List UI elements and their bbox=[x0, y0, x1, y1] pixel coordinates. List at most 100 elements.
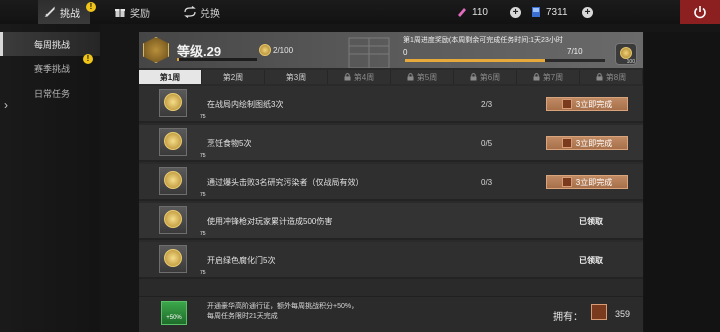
medal-icon bbox=[164, 171, 182, 189]
power-icon bbox=[694, 6, 706, 19]
exchange-icon bbox=[184, 6, 196, 18]
chevron-right-icon[interactable]: › bbox=[4, 98, 8, 112]
gift-icon bbox=[115, 9, 125, 17]
sidebar: 每周挑战 赛季挑战 ! 日常任务 › bbox=[0, 24, 100, 332]
add-pink-currency-button[interactable]: + bbox=[510, 7, 521, 18]
pass-badge-label: +50% bbox=[166, 315, 182, 321]
card-icon bbox=[532, 7, 540, 17]
task-progress: 0/3 bbox=[481, 178, 493, 187]
weekly-progress-bar bbox=[405, 59, 605, 62]
tab-challenge[interactable]: 挑战 bbox=[38, 0, 90, 24]
tab-week-6[interactable]: 第6周 bbox=[454, 70, 517, 84]
tab-week-5[interactable]: 第5周 bbox=[391, 70, 454, 84]
tab-week-2[interactable]: 第2周 bbox=[202, 70, 265, 84]
tab-week-3[interactable]: 第3周 bbox=[265, 70, 328, 84]
ticket-icon bbox=[561, 99, 572, 109]
task-description: 烹饪食物5次 bbox=[207, 139, 252, 148]
task-row: 75 通过爆头击败3名研究污染者（仅战局有效） 0/3 3立即完成 bbox=[139, 164, 643, 201]
task-progress: 0/5 bbox=[481, 139, 493, 148]
tab-exchange[interactable]: 兑换 bbox=[184, 0, 220, 24]
weekly-reward-chest[interactable]: 100 bbox=[615, 43, 637, 65]
footer: +50% 开通豪华高阶通行证，额外每周挑战积分+50%， 每周任务限时21天完成… bbox=[139, 296, 643, 332]
tab-week-7[interactable]: 第7周 bbox=[517, 70, 580, 84]
weekly-reward-count: 100 bbox=[626, 59, 635, 65]
medal-icon bbox=[164, 93, 182, 111]
week-tab-label: 第5周 bbox=[416, 72, 438, 82]
lock-icon bbox=[344, 73, 351, 81]
task-reward-icon: 75 bbox=[159, 128, 206, 159]
premium-pass-badge[interactable]: +50% bbox=[161, 301, 187, 325]
tab-week-4[interactable]: 第4周 bbox=[328, 70, 391, 84]
tab-week-8[interactable]: 第8周 bbox=[580, 70, 643, 84]
level-progress-bar bbox=[177, 58, 257, 61]
task-reward-value: 75 bbox=[200, 270, 206, 276]
task-row: 75 开启绿色腐化门5次 已领取 bbox=[139, 242, 643, 279]
weekly-progress-fill bbox=[405, 59, 545, 62]
footer-line-1: 开通豪华高阶通行证，额外每周挑战积分+50%， bbox=[207, 303, 359, 310]
crystal-icon bbox=[458, 8, 466, 17]
instant-complete-label: 3立即完成 bbox=[575, 99, 613, 109]
week-tab-label: 第7周 bbox=[542, 72, 564, 82]
week-tab-label: 第2周 bbox=[222, 72, 244, 82]
medal-icon bbox=[164, 210, 182, 228]
instant-complete-label: 3立即完成 bbox=[575, 138, 613, 148]
alert-icon: ! bbox=[83, 54, 93, 64]
tab-challenge-label: 挑战 bbox=[60, 8, 80, 20]
week-tab-label: 第8周 bbox=[605, 72, 627, 82]
instant-complete-button[interactable]: 3立即完成 bbox=[546, 136, 628, 150]
claimed-status: 已领取 bbox=[579, 217, 603, 226]
week-tabs: 第1周 第2周 第3周 第4周 第5周 第6周 第7周 第8周 bbox=[139, 70, 643, 84]
exit-button[interactable] bbox=[680, 0, 720, 24]
coin-icon bbox=[620, 47, 632, 59]
ticket-icon bbox=[561, 138, 572, 148]
lock-icon bbox=[533, 73, 540, 81]
task-reward-value: 75 bbox=[200, 231, 206, 237]
instant-complete-label: 3立即完成 bbox=[575, 177, 613, 187]
task-reward-value: 75 bbox=[200, 192, 206, 198]
sidebar-item-weekly[interactable]: 每周挑战 bbox=[0, 32, 100, 56]
level-progress-fill bbox=[177, 58, 179, 61]
weekly-reward-title: 第1周进度奖励(本周剩余可完成任务时间:1天23小时 bbox=[403, 37, 563, 44]
task-description: 使用冲锋枪对玩家累计造成500伤害 bbox=[207, 217, 333, 226]
footer-line-2: 每周任务限时21天完成 bbox=[207, 313, 278, 320]
top-bar: 挑战 ! 奖励 兑换 110 + 7311 + bbox=[0, 0, 720, 24]
sword-icon bbox=[44, 6, 55, 17]
coin-icon bbox=[259, 44, 271, 56]
owned-count: 359 bbox=[615, 309, 631, 319]
add-blue-currency-button[interactable]: + bbox=[582, 7, 593, 18]
medal-icon bbox=[164, 249, 182, 267]
sidebar-item-label: 每周挑战 bbox=[34, 39, 71, 50]
weekly-progress-start: 0 bbox=[403, 48, 408, 57]
medal-icon bbox=[164, 132, 182, 150]
tab-exchange-label: 兑换 bbox=[200, 8, 220, 20]
progress-header: 等级.29 2/100 第1周进度奖励(本周剩余可完成任务时间:1天23小时 0… bbox=[139, 32, 643, 68]
week-tab-label: 第4周 bbox=[353, 72, 375, 82]
currency-blue: 7311 bbox=[530, 0, 568, 24]
level-progress-count: 2/100 bbox=[273, 46, 294, 55]
tab-rewards-label: 奖励 bbox=[130, 8, 150, 20]
task-description: 在战局内绘制图纸3次 bbox=[207, 100, 284, 109]
instant-complete-button[interactable]: 3立即完成 bbox=[546, 97, 628, 111]
sidebar-item-daily[interactable]: 日常任务 bbox=[0, 81, 100, 105]
ticket-icon bbox=[591, 304, 607, 320]
tab-week-1[interactable]: 第1周 bbox=[139, 70, 202, 84]
task-reward-icon: 75 bbox=[159, 245, 206, 276]
task-reward-icon: 75 bbox=[159, 167, 206, 198]
lock-icon bbox=[596, 73, 603, 81]
task-reward-value: 75 bbox=[200, 114, 206, 120]
task-description: 通过爆头击败3名研究污染者（仅战局有效） bbox=[207, 178, 364, 187]
ticket-icon bbox=[561, 177, 572, 187]
owned-label: 拥有： bbox=[553, 312, 583, 323]
task-row: 75 使用冲锋枪对玩家累计造成500伤害 已领取 bbox=[139, 203, 643, 240]
tab-rewards[interactable]: 奖励 bbox=[114, 0, 150, 24]
claimed-status: 已领取 bbox=[579, 256, 603, 265]
sidebar-item-label: 赛季挑战 bbox=[34, 63, 71, 74]
background-scenery bbox=[644, 32, 720, 332]
lock-icon bbox=[470, 73, 477, 81]
currency-pink: 110 bbox=[456, 0, 488, 24]
level-badge-icon bbox=[143, 37, 169, 63]
instant-complete-button[interactable]: 3立即完成 bbox=[546, 175, 628, 189]
lock-icon bbox=[407, 73, 414, 81]
task-reward-icon: 75 bbox=[159, 206, 206, 237]
alert-icon: ! bbox=[86, 2, 96, 12]
